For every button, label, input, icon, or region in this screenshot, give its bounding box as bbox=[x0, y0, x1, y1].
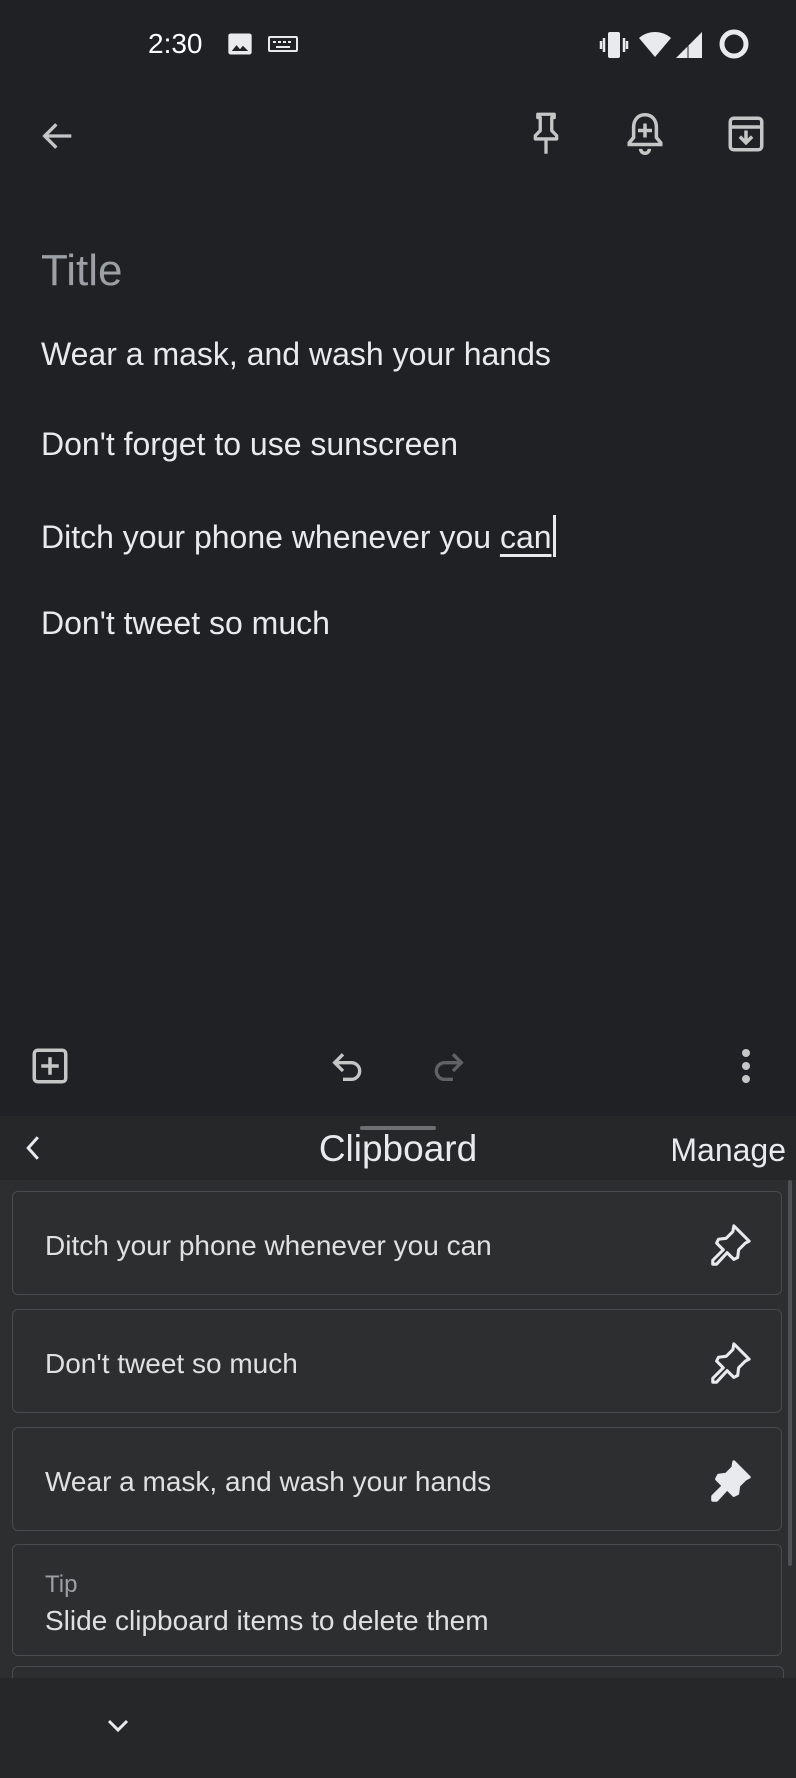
archive-button[interactable] bbox=[716, 104, 776, 164]
vibrate-icon bbox=[599, 32, 629, 58]
undo-icon bbox=[332, 1053, 362, 1081]
note-line[interactable]: Ditch your phone whenever you can bbox=[41, 515, 556, 557]
archive-icon bbox=[728, 116, 764, 152]
note-line-text: Ditch your phone whenever you bbox=[41, 519, 500, 555]
pin-icon bbox=[533, 112, 559, 154]
keyboard-icon bbox=[268, 36, 298, 52]
clipboard-item[interactable]: Don't tweet so much bbox=[12, 1309, 782, 1413]
add-content-button[interactable] bbox=[20, 1036, 80, 1096]
clipboard-item[interactable]: Ditch your phone whenever you can bbox=[12, 1191, 782, 1295]
redo-button[interactable] bbox=[418, 1036, 478, 1096]
clipboard-item-text: Wear a mask, and wash your hands bbox=[45, 1466, 492, 1497]
clipboard-item-text: Ditch your phone whenever you can bbox=[45, 1230, 492, 1261]
pin-outline-icon[interactable] bbox=[707, 1340, 753, 1386]
add-box-icon bbox=[32, 1048, 68, 1084]
reminder-button[interactable] bbox=[615, 104, 675, 164]
text-cursor bbox=[552, 515, 556, 557]
note-title-field[interactable]: Title bbox=[41, 246, 123, 296]
tip-text: Slide clipboard items to delete them bbox=[45, 1605, 489, 1636]
image-icon bbox=[228, 33, 252, 55]
signal-icon bbox=[676, 32, 702, 58]
status-time: 2:30 bbox=[148, 28, 203, 59]
status-bar: 2:30 bbox=[0, 0, 796, 92]
navigation-bar bbox=[0, 1678, 796, 1778]
note-line[interactable]: Wear a mask, and wash your hands bbox=[41, 336, 551, 373]
more-options-button[interactable] bbox=[716, 1036, 776, 1096]
battery-ring-icon bbox=[719, 29, 749, 59]
note-line[interactable]: Don't tweet so much bbox=[41, 605, 330, 642]
undo-button[interactable] bbox=[318, 1036, 378, 1096]
pin-button[interactable] bbox=[516, 104, 576, 164]
back-arrow-icon bbox=[42, 123, 72, 149]
hide-keyboard-chevron-icon[interactable] bbox=[104, 1716, 132, 1736]
manage-button[interactable]: Manage bbox=[670, 1132, 786, 1169]
scrollbar[interactable] bbox=[788, 1180, 792, 1566]
tip-card: Tip Slide clipboard items to delete them bbox=[12, 1544, 782, 1656]
redo-icon bbox=[434, 1053, 464, 1081]
reminder-bell-icon bbox=[627, 112, 663, 155]
clipboard-item-text: Don't tweet so much bbox=[45, 1348, 298, 1379]
note-line[interactable]: Don't forget to use sunscreen bbox=[41, 426, 458, 463]
wifi-icon bbox=[639, 32, 671, 57]
more-vert-icon bbox=[742, 1049, 750, 1083]
tip-label: Tip bbox=[45, 1571, 78, 1598]
back-button[interactable] bbox=[28, 106, 88, 166]
pin-filled-icon[interactable] bbox=[707, 1458, 753, 1504]
composing-word: can bbox=[499, 519, 552, 555]
pin-outline-icon[interactable] bbox=[707, 1222, 753, 1268]
clipboard-item[interactable]: Wear a mask, and wash your hands bbox=[12, 1427, 782, 1531]
